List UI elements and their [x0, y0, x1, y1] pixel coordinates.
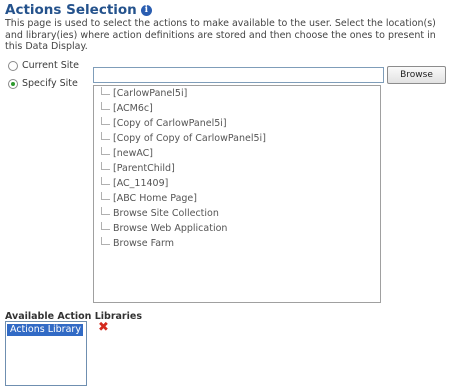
tree-connector [101, 101, 110, 110]
info-icon[interactable]: i [140, 4, 152, 16]
tree-connector [101, 176, 110, 185]
libraries-listbox[interactable]: Actions Library [5, 321, 87, 386]
tree-item[interactable]: Browse Web Application [101, 221, 227, 236]
specify-site-option[interactable]: Specify Site [8, 78, 78, 89]
tree-connector [101, 206, 110, 215]
tree-connector [101, 116, 110, 125]
current-site-radio[interactable] [8, 60, 18, 71]
tree-connector [101, 221, 110, 230]
tree-item[interactable]: [ACM6c] [101, 101, 153, 116]
tree-connector [101, 131, 110, 140]
tree-item[interactable]: [Copy of CarlowPanel5i] [101, 116, 227, 131]
tree-item[interactable]: [Copy of Copy of CarlowPanel5i] [101, 131, 266, 146]
tree-connector [101, 161, 110, 170]
tree-item-label: [ABC Home Page] [113, 193, 197, 204]
tree-item[interactable]: Browse Farm [101, 236, 174, 251]
current-site-label: Current Site [22, 60, 79, 71]
site-url-input[interactable] [93, 67, 384, 83]
tree-item-label: [ParentChild] [113, 163, 175, 174]
tree-item[interactable]: [CarlowPanel5i] [101, 86, 187, 101]
page-header: Actions Selection i [5, 2, 152, 18]
tree-item-label: Browse Web Application [113, 223, 228, 234]
tree-connector [101, 86, 110, 95]
specify-site-label: Specify Site [22, 78, 78, 89]
tree-item[interactable]: [newAC] [101, 146, 153, 161]
tree-connector [101, 236, 110, 245]
tree-item-label: Browse Farm [113, 238, 175, 249]
tree-item-label: [AC_11409] [113, 178, 169, 189]
tree-item-label: [CarlowPanel5i] [113, 88, 188, 99]
specify-site-radio[interactable] [8, 78, 18, 89]
browse-button[interactable]: Browse [387, 66, 446, 84]
tree-item-label: Browse Site Collection [113, 208, 219, 219]
page-title: Actions Selection [5, 2, 137, 18]
tree-connector [101, 146, 110, 155]
tree-item-label: [Copy of Copy of CarlowPanel5i] [113, 133, 266, 144]
library-item-actions-library[interactable]: Actions Library [7, 324, 83, 336]
tree-connector [101, 191, 110, 200]
tree-item[interactable]: [ParentChild] [101, 161, 175, 176]
tree-item-label: [ACM6c] [113, 103, 153, 114]
tree-item[interactable]: [AC_11409] [101, 176, 168, 191]
site-tree[interactable]: [CarlowPanel5i] [ACM6c] [Copy of CarlowP… [93, 85, 381, 303]
tree-item-label: [newAC] [113, 148, 154, 159]
tree-item-label: [Copy of CarlowPanel5i] [113, 118, 227, 129]
current-site-option[interactable]: Current Site [8, 60, 79, 71]
delete-x-icon[interactable]: ✖ [98, 321, 109, 334]
page-description: This page is used to select the actions … [5, 18, 436, 52]
tree-item[interactable]: Browse Site Collection [101, 206, 219, 221]
tree-item[interactable]: [ABC Home Page] [101, 191, 197, 206]
